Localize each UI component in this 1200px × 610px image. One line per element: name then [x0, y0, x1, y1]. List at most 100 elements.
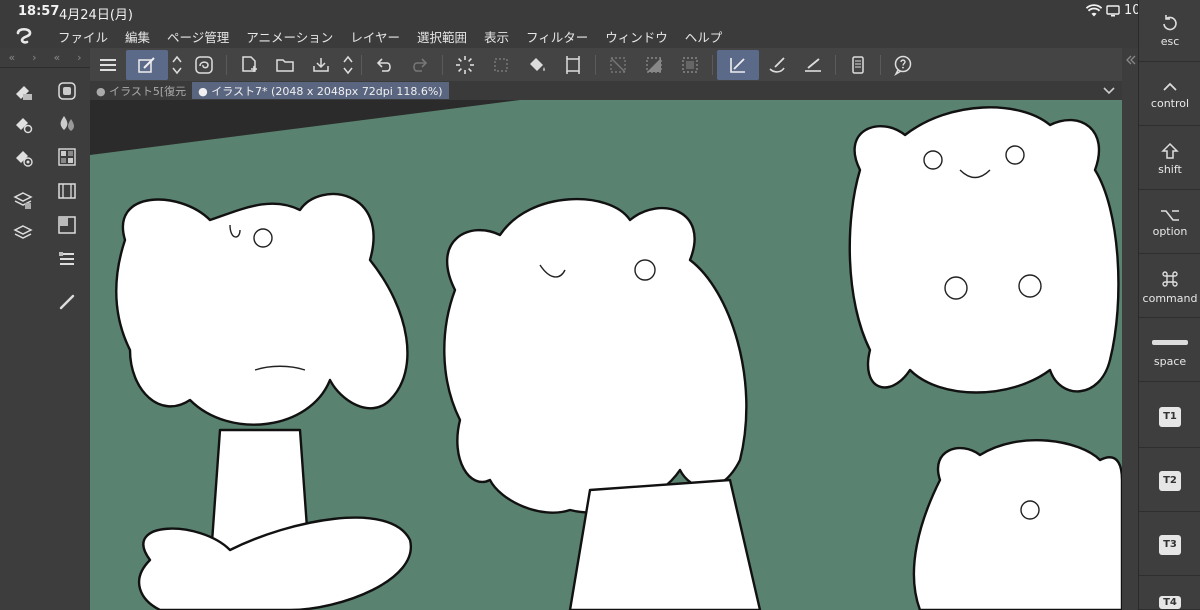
esc-rotate-icon: [1163, 14, 1177, 30]
left-tool-panel: « › « ›: [0, 48, 90, 610]
clear-icon[interactable]: [483, 50, 519, 80]
key-t3[interactable]: T3: [1139, 514, 1200, 576]
doc-tab-illust7[interactable]: ● イラスト7* (2048 x 2048px 72dpi 118.6%): [192, 82, 449, 99]
help-chat-icon[interactable]: [885, 50, 921, 80]
drawing-canvas[interactable]: [90, 100, 1122, 610]
menu-help[interactable]: ヘルプ: [685, 27, 723, 46]
screen-mirror-icon: [1106, 4, 1120, 16]
collapse-right-icon[interactable]: [1122, 52, 1138, 68]
toolbar-divider: [442, 54, 443, 75]
menu-filter[interactable]: フィルター: [526, 27, 588, 46]
key-control-label: control: [1150, 96, 1190, 110]
key-space-label: space: [1153, 354, 1187, 368]
navigator-icon[interactable]: [54, 212, 80, 238]
invert-selection-icon[interactable]: [636, 50, 672, 80]
wifi-icon: [1086, 3, 1102, 16]
key-t2[interactable]: T2: [1139, 450, 1200, 512]
menu-window[interactable]: ウィンドウ: [605, 27, 668, 46]
collapse-left-icon-2[interactable]: «: [53, 51, 60, 64]
status-date: 4月24日(月): [59, 8, 133, 23]
key-shift-label: shift: [1158, 162, 1182, 176]
file-stepper-icon[interactable]: [339, 50, 357, 80]
toolbar-divider: [226, 54, 227, 75]
tab-list-chevron-down-icon[interactable]: [1102, 83, 1116, 97]
status-bar: 18:57 4月24日(月) 100%: [0, 0, 1161, 24]
guide-snap-icon[interactable]: [795, 50, 831, 80]
redo-icon[interactable]: [402, 50, 438, 80]
toolbar-divider: [880, 54, 881, 75]
key-option-label: option: [1152, 224, 1188, 238]
menu-animation[interactable]: アニメーション: [246, 27, 333, 46]
key-option[interactable]: option: [1139, 192, 1200, 254]
key-shift[interactable]: shift: [1139, 128, 1200, 190]
key-t1[interactable]: T1: [1139, 386, 1200, 448]
key-command-label: command: [1142, 291, 1198, 305]
ruler-snap-button[interactable]: [717, 49, 759, 80]
key-t4-label: T4: [1159, 596, 1181, 609]
transform-icon[interactable]: [555, 50, 591, 80]
shift-arrow-icon: [1161, 142, 1179, 159]
eraser-settings-icon[interactable]: [10, 111, 36, 137]
key-t3-label: T3: [1159, 534, 1181, 555]
menu-edit[interactable]: 編集: [125, 27, 150, 46]
key-esc[interactable]: esc: [1139, 0, 1200, 62]
app-logo-icon[interactable]: [0, 24, 48, 48]
collapse-left-icon[interactable]: «: [8, 51, 15, 64]
layer-properties-icon[interactable]: [54, 246, 80, 272]
undo-icon[interactable]: [366, 50, 402, 80]
key-t1-label: T1: [1159, 406, 1181, 427]
lasso-icon[interactable]: [186, 50, 222, 80]
toolbar-divider: [595, 54, 596, 75]
open-folder-icon[interactable]: [267, 50, 303, 80]
timeline-icon[interactable]: [54, 178, 80, 204]
doc-tab-illust5[interactable]: ● イラスト5[復元: [90, 82, 192, 99]
selection-border-icon[interactable]: [672, 50, 708, 80]
key-esc-label: esc: [1160, 34, 1180, 48]
left-panel-tabs: « › « ›: [0, 48, 90, 68]
smartphone-companion-icon[interactable]: [840, 50, 876, 80]
layers-icon[interactable]: [10, 220, 36, 246]
save-export-icon[interactable]: [303, 50, 339, 80]
hamburger-menu-icon[interactable]: [90, 50, 126, 80]
key-t2-label: T2: [1159, 470, 1181, 491]
spacebar-bar-icon: [1152, 339, 1188, 345]
menu-selection[interactable]: 選択範囲: [417, 27, 467, 46]
right-panel-gutter: [1122, 48, 1138, 610]
command-symbol-icon: [1162, 270, 1178, 287]
menu-layer[interactable]: レイヤー: [350, 27, 400, 46]
toolbar-divider: [835, 54, 836, 75]
tool-switch-stepper-icon[interactable]: [168, 50, 186, 80]
menu-page[interactable]: ページ管理: [167, 27, 229, 46]
document-tabs: ● イラスト5[復元 ● イラスト7* (2048 x 2048px 72dpi…: [90, 81, 1122, 100]
command-toolbar: [90, 48, 1122, 81]
brush-snap-icon[interactable]: [759, 50, 795, 80]
menu-bar: ファイル 編集 ページ管理 アニメーション レイヤー 選択範囲 表示 フィルター…: [0, 24, 1138, 48]
pen-tool-icon[interactable]: [54, 288, 80, 314]
status-time: 18:57: [18, 4, 60, 19]
menu-file[interactable]: ファイル: [58, 27, 108, 46]
option-symbol-icon: [1161, 209, 1179, 221]
color-mix-icon[interactable]: [54, 111, 80, 137]
edge-keyboard-panel: esc control shift option command space T…: [1138, 0, 1200, 610]
loading-spinner-icon[interactable]: [447, 50, 483, 80]
key-control[interactable]: control: [1139, 64, 1200, 126]
expand-right-icon-2[interactable]: ›: [77, 51, 81, 64]
edit-mode-button[interactable]: [126, 49, 168, 80]
color-palette-icon[interactable]: [54, 144, 80, 170]
expand-right-icon[interactable]: ›: [32, 51, 36, 64]
artwork: [90, 100, 1122, 610]
toolbar-divider: [712, 54, 713, 75]
layer-stack-settings-icon[interactable]: [10, 187, 36, 213]
control-caret-icon: [1163, 82, 1177, 91]
toolbar-divider: [361, 54, 362, 75]
fill-bucket-icon[interactable]: [519, 50, 555, 80]
eraser-layer-icon[interactable]: [10, 78, 36, 104]
new-file-icon[interactable]: [231, 50, 267, 80]
deselect-icon[interactable]: [600, 50, 636, 80]
key-command[interactable]: command: [1139, 256, 1200, 318]
color-circle-icon[interactable]: [54, 78, 80, 104]
key-space[interactable]: space: [1139, 320, 1200, 382]
eraser-target-icon[interactable]: [10, 144, 36, 170]
menu-view[interactable]: 表示: [484, 27, 509, 46]
key-t4[interactable]: T4: [1139, 578, 1200, 610]
